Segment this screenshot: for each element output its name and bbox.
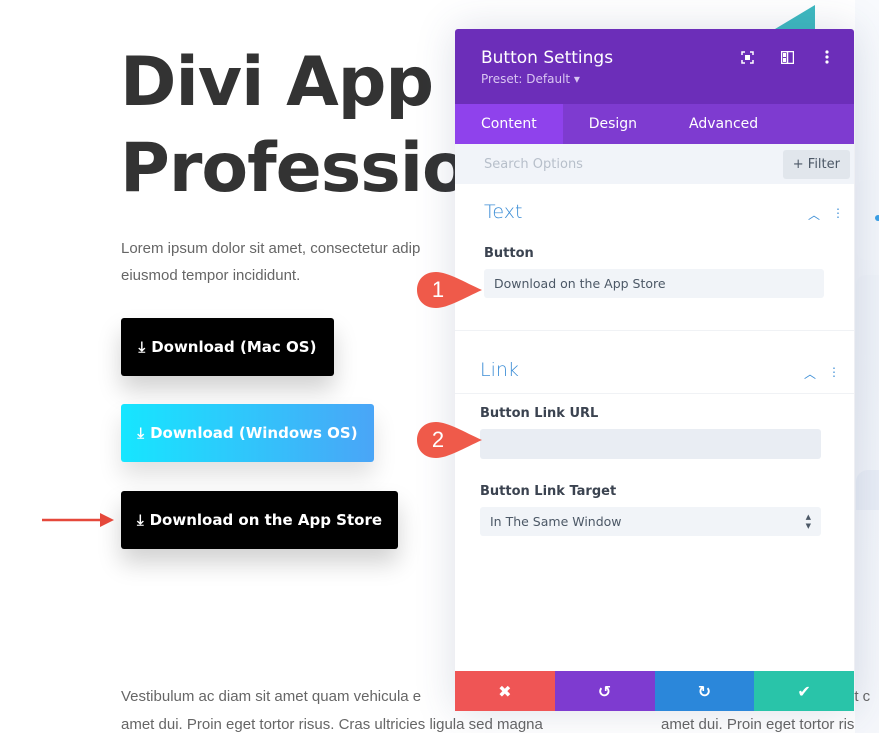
callout-number: 1 — [431, 277, 445, 302]
header-icons — [740, 49, 834, 65]
decorative-triangle — [775, 5, 815, 29]
section-title: Link — [480, 359, 519, 381]
button-label: Download (Windows OS) — [150, 424, 358, 442]
modal-header: Button Settings Preset: Default ▾ — [455, 29, 854, 104]
search-row: + Filter — [455, 144, 854, 184]
section-more-icon[interactable]: ⋮ — [828, 365, 840, 382]
download-mac-button[interactable]: ⤓ Download (Mac OS) — [121, 318, 334, 376]
text-section-header[interactable]: Text ︿ ⋮ — [455, 184, 854, 234]
collapse-chevron-icon[interactable]: ︿ — [808, 206, 820, 223]
download-icon: ⤓ — [136, 510, 144, 529]
link-url-label: Button Link URL — [480, 406, 599, 421]
section-more-icon[interactable]: ⋮ — [832, 206, 844, 223]
button-settings-modal: Button Settings Preset: Default ▾ Conten… — [455, 29, 854, 711]
save-button[interactable]: ✔ — [754, 671, 854, 711]
body-text-line: amet dui. Proin eget tortor risus. Cras … — [121, 716, 543, 733]
close-icon: ✖ — [498, 681, 512, 701]
redo-button[interactable]: ↻ — [654, 671, 755, 711]
preset-dropdown[interactable]: Preset: Default ▾ — [481, 71, 828, 87]
tab-advanced[interactable]: Advanced — [663, 104, 784, 144]
checkmark-icon: ✔ — [797, 681, 811, 701]
callout-marker: 1 — [416, 270, 482, 310]
page: Divi App f Professio Lorem ipsum dolor s… — [0, 0, 879, 733]
undo-button[interactable]: ↺ — [554, 671, 655, 711]
fullscreen-icon[interactable] — [740, 49, 754, 65]
collapse-chevron-icon[interactable]: ︿ — [804, 365, 816, 382]
download-icon: ⤓ — [138, 337, 146, 356]
background-card — [856, 470, 879, 510]
callout-number: 2 — [431, 427, 445, 452]
section-controls: ︿ ⋮ — [808, 206, 844, 223]
select-caret-icon: ▲ ▼ — [805, 513, 811, 530]
undo-icon: ↺ — [597, 681, 612, 701]
background-card — [856, 275, 879, 355]
link-url-input[interactable] — [480, 429, 821, 459]
background-panel — [855, 0, 879, 733]
link-target-select[interactable]: In The Same Window ▲ ▼ — [480, 507, 821, 536]
download-app-store-button[interactable]: ⤓ Download on the App Store — [121, 491, 398, 549]
select-value: In The Same Window — [490, 514, 622, 529]
background-dot — [875, 215, 879, 221]
download-windows-button[interactable]: ⤓ Download (Windows OS) — [121, 404, 374, 462]
section-title: Text — [484, 201, 523, 223]
link-section-header[interactable]: Link ︿ ⋮ — [455, 331, 854, 394]
section-controls: ︿ ⋮ — [804, 365, 840, 382]
more-options-icon[interactable] — [820, 49, 834, 65]
callout-marker: 2 — [416, 420, 482, 460]
button-text-input[interactable] — [484, 269, 824, 298]
redo-icon: ↻ — [697, 681, 712, 701]
arrow-pointer-icon — [42, 513, 114, 527]
tab-design[interactable]: Design — [563, 104, 663, 144]
button-text-label: Button — [484, 246, 534, 261]
settings-tabs: Content Design Advanced — [455, 104, 854, 144]
button-label: Download (Mac OS) — [151, 338, 317, 356]
body-text-line: amet dui. Proin eget tortor ris — [661, 716, 855, 733]
link-target-label: Button Link Target — [480, 484, 617, 499]
modal-action-bar: ✖ ↺ ↻ ✔ — [455, 671, 854, 711]
button-label: Download on the App Store — [149, 511, 383, 529]
cancel-button[interactable]: ✖ — [455, 671, 555, 711]
link-section: Link ︿ ⋮ Button Link URL Button Link Tar… — [455, 331, 854, 536]
search-options-input[interactable] — [455, 144, 775, 184]
filter-button[interactable]: + Filter — [782, 150, 850, 179]
tab-content[interactable]: Content — [455, 104, 563, 144]
split-view-icon[interactable] — [780, 49, 794, 65]
download-icon: ⤓ — [137, 423, 145, 442]
text-section: Text ︿ ⋮ Button — [455, 184, 854, 331]
